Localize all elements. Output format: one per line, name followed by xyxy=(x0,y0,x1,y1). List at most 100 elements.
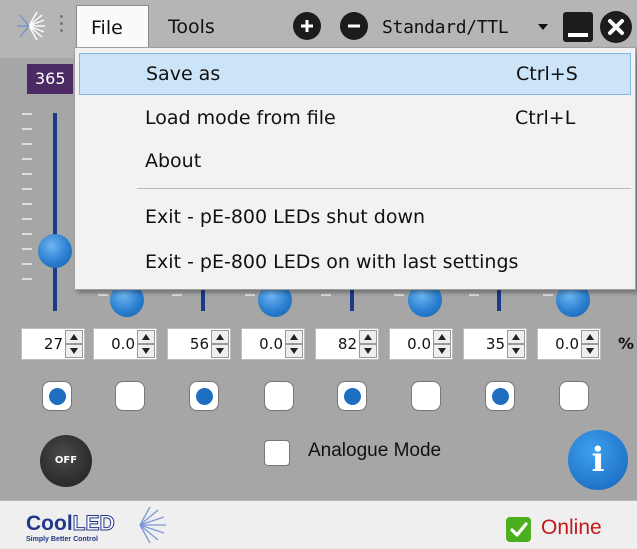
info-button[interactable]: i xyxy=(568,430,628,490)
decrement-icon[interactable] xyxy=(507,344,525,358)
drag-grip-icon[interactable] xyxy=(60,15,66,37)
menu-item-load-mode[interactable]: Load mode from file Ctrl+L xyxy=(79,98,631,140)
channel-sync-toggle-2[interactable] xyxy=(264,381,294,411)
intensity-spinbox-1[interactable]: 27 xyxy=(21,328,85,360)
master-off-button[interactable]: OFF xyxy=(40,435,92,487)
menu-item-label: Load mode from file xyxy=(145,107,336,129)
menu-tools[interactable]: Tools xyxy=(150,5,290,49)
increment-icon[interactable] xyxy=(507,330,525,344)
minus-icon xyxy=(348,24,360,28)
slider-track-3 xyxy=(350,290,354,311)
connection-status: Online xyxy=(541,516,602,539)
offset-spinbox-1[interactable]: 0.0 xyxy=(93,328,157,360)
close-button[interactable] xyxy=(600,11,632,43)
slider-track-1 xyxy=(53,113,57,311)
slider-ticks xyxy=(172,294,182,309)
channel-toggle-1[interactable] xyxy=(42,381,72,411)
coolled-burst-icon xyxy=(17,11,45,41)
channel-toggle-4[interactable] xyxy=(485,381,515,411)
add-mode-button[interactable] xyxy=(293,12,321,40)
channel-toggle-3[interactable] xyxy=(337,381,367,411)
percent-unit-label: % xyxy=(618,334,635,353)
increment-icon[interactable] xyxy=(211,330,229,344)
menu-item-about[interactable]: About xyxy=(79,141,631,183)
slider-ticks xyxy=(22,113,32,293)
spin-arrows[interactable] xyxy=(433,330,451,358)
decrement-icon[interactable] xyxy=(65,344,83,358)
slider-ticks xyxy=(543,294,553,309)
intensity-spinbox-4[interactable]: 35 xyxy=(463,328,527,360)
menu-item-label: About xyxy=(145,150,202,172)
spin-arrows[interactable] xyxy=(211,330,229,358)
dropdown-arrow-icon[interactable] xyxy=(538,24,548,30)
spin-arrows[interactable] xyxy=(507,330,525,358)
menu-item-shortcut: Ctrl+L xyxy=(515,107,576,129)
channel-sync-toggle-3[interactable] xyxy=(411,381,441,411)
menu-item-save-as[interactable]: Save as Ctrl+S xyxy=(79,53,631,95)
brand-logo: CoolLED xyxy=(26,512,115,536)
channel-toggle-2[interactable] xyxy=(189,381,219,411)
menu-item-exit-shutdown[interactable]: Exit - pE-800 LEDs shut down xyxy=(79,197,631,239)
slider-ticks xyxy=(98,294,108,309)
decrement-icon[interactable] xyxy=(137,344,155,358)
spin-arrows[interactable] xyxy=(285,330,303,358)
decrement-icon[interactable] xyxy=(581,344,599,358)
increment-icon[interactable] xyxy=(137,330,155,344)
increment-icon[interactable] xyxy=(581,330,599,344)
channel-sync-toggle-1[interactable] xyxy=(115,381,145,411)
slider-ticks xyxy=(321,294,331,309)
menu-item-label: Exit - pE-800 LEDs on with last settings xyxy=(145,251,519,273)
menu-item-label: Save as xyxy=(146,63,221,85)
mode-dropdown[interactable]: Standard/TTL xyxy=(378,10,556,44)
menu-tools-label: Tools xyxy=(168,16,215,38)
decrement-icon[interactable] xyxy=(359,344,377,358)
brand-cool: Cool xyxy=(26,512,73,535)
wavelength-value: 365 xyxy=(35,69,66,88)
decrement-icon[interactable] xyxy=(433,344,451,358)
slider-ticks xyxy=(469,294,479,309)
increment-icon[interactable] xyxy=(433,330,451,344)
menu-item-exit-keep-on[interactable]: Exit - pE-800 LEDs on with last settings xyxy=(79,242,631,284)
spin-arrows[interactable] xyxy=(65,330,83,358)
spin-arrows[interactable] xyxy=(359,330,377,358)
off-label: OFF xyxy=(54,455,78,466)
wavelength-display: 365 xyxy=(27,64,73,94)
offset-spinbox-4[interactable]: 0.0 xyxy=(537,328,601,360)
online-check-icon xyxy=(506,517,531,542)
slider-track-4 xyxy=(497,290,501,311)
offset-spinbox-2[interactable]: 0.0 xyxy=(241,328,305,360)
offset-value: 0.0 xyxy=(111,335,135,353)
slider-knob-1[interactable] xyxy=(38,234,72,268)
menu-item-label: Exit - pE-800 LEDs shut down xyxy=(145,206,426,228)
intensity-spinbox-3[interactable]: 82 xyxy=(315,328,379,360)
offset-spinbox-3[interactable]: 0.0 xyxy=(389,328,453,360)
offset-value: 0.0 xyxy=(259,335,283,353)
analogue-mode-checkbox[interactable] xyxy=(264,440,290,466)
brand-burst-icon xyxy=(139,506,166,544)
close-icon xyxy=(608,19,624,35)
intensity-value: 56 xyxy=(189,335,209,353)
intensity-value: 82 xyxy=(337,335,357,353)
plus-icon xyxy=(301,20,313,32)
spin-arrows[interactable] xyxy=(137,330,155,358)
decrement-icon[interactable] xyxy=(211,344,229,358)
slider-track-2 xyxy=(201,290,205,311)
analogue-mode-label: Analogue Mode xyxy=(308,440,442,461)
minimize-button[interactable] xyxy=(563,12,593,42)
menu-separator xyxy=(137,188,631,189)
decrement-icon[interactable] xyxy=(285,344,303,358)
increment-icon[interactable] xyxy=(285,330,303,344)
offset-value: 0.0 xyxy=(555,335,579,353)
increment-icon[interactable] xyxy=(359,330,377,344)
menu-file[interactable]: File xyxy=(76,5,149,53)
increment-icon[interactable] xyxy=(65,330,83,344)
remove-mode-button[interactable] xyxy=(340,12,368,40)
offset-value: 0.0 xyxy=(407,335,431,353)
info-icon: i xyxy=(591,440,605,480)
intensity-spinbox-2[interactable]: 56 xyxy=(167,328,231,360)
file-menu-dropdown: Save as Ctrl+S Load mode from file Ctrl+… xyxy=(74,47,636,290)
spin-arrows[interactable] xyxy=(581,330,599,358)
brand-led: LED xyxy=(72,512,115,536)
menu-file-label: File xyxy=(91,17,123,39)
channel-sync-toggle-4[interactable] xyxy=(559,381,589,411)
